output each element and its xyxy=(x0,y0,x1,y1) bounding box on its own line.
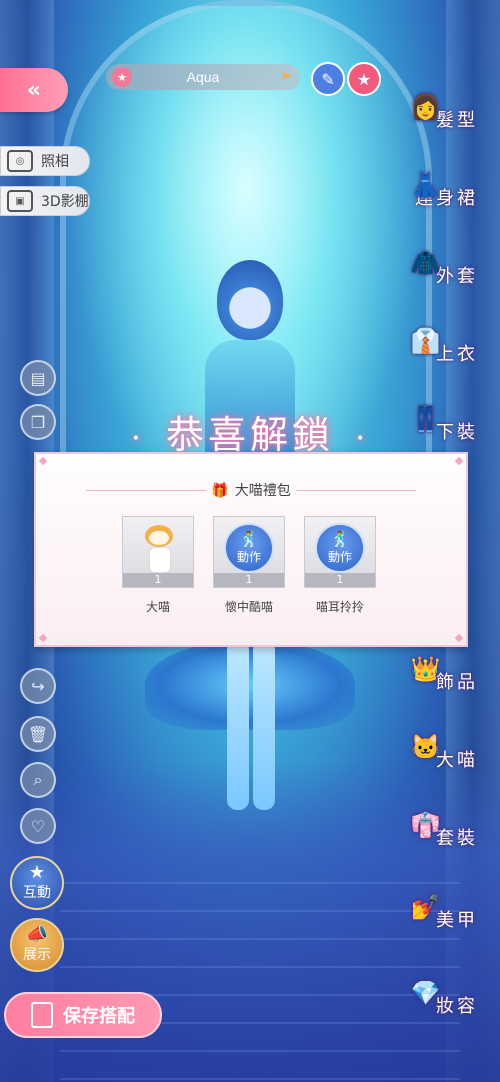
character-leg-right xyxy=(253,640,275,810)
star-icon: ★ xyxy=(112,67,132,87)
category-coat[interactable]: 🧥 外套 xyxy=(400,244,500,288)
reward-item[interactable]: 🕺 動作 1 懷中酷喵 xyxy=(213,516,285,615)
reward-item[interactable]: 🕺 動作 1 喵耳拎拎 xyxy=(304,516,376,615)
outfit-name-bar[interactable]: ★ Aqua ➤ xyxy=(106,64,300,90)
reward-label: 懷中酷喵 xyxy=(224,600,273,614)
cat-icon: 🐱 xyxy=(410,733,444,761)
action-badge: 🕺 動作 xyxy=(224,523,274,573)
unlock-title-text: 恭喜解鎖 xyxy=(165,413,334,457)
corner-ornament xyxy=(454,633,464,643)
character-leg-left xyxy=(227,640,249,810)
like-button[interactable]: ♡ xyxy=(20,808,56,844)
person-pose-icon: 🕺 xyxy=(239,529,259,549)
search-button[interactable]: ⌕ xyxy=(20,762,56,798)
corner-ornament xyxy=(38,456,48,466)
category-cat[interactable]: 🐱 大喵 xyxy=(400,728,500,772)
camera-icon: ◎ xyxy=(7,150,33,172)
studio-label: 3D影棚 xyxy=(41,194,89,210)
photo-button[interactable]: ◎ 照相 xyxy=(0,146,90,176)
gift-icon: 🎁 xyxy=(211,483,229,499)
cat-figure-icon xyxy=(143,525,175,575)
edit-name-button[interactable]: ✎ xyxy=(311,62,345,96)
reward-count: 1 xyxy=(123,573,193,587)
outfit-name: Aqua xyxy=(186,69,220,85)
category-dress[interactable]: 👗 連身裙 xyxy=(400,166,500,210)
category-accessory[interactable]: 👑 飾品 xyxy=(400,650,500,694)
star-icon: ★ xyxy=(356,69,372,89)
unlock-panel: 🎁 大喵禮包 1 大喵 🕺 動作 1 懷中酷喵 🕺 動作 1 喵耳拎拎 xyxy=(34,452,468,647)
arrow-right-icon: ➤ xyxy=(280,67,292,83)
save-icon xyxy=(31,1002,53,1028)
dress-icon: 👗 xyxy=(410,171,444,199)
pencil-icon: ✎ xyxy=(321,69,335,89)
makeup-icon: 💎 xyxy=(410,979,444,1007)
hair-icon: 👩 xyxy=(410,93,444,121)
interact-label: 互動 xyxy=(23,885,51,901)
reward-count: 1 xyxy=(214,573,284,587)
action-badge: 🕺 動作 xyxy=(315,523,365,573)
tiara-icon: 👑 xyxy=(410,655,444,683)
person-pose-icon: 🕺 xyxy=(330,529,350,549)
reward-count: 1 xyxy=(305,573,375,587)
category-nail[interactable]: 💅 美甲 xyxy=(400,888,500,932)
favorite-button[interactable]: ★ xyxy=(347,62,381,96)
double-chevron-left-icon: « xyxy=(26,77,42,103)
category-top[interactable]: 👔 上衣 xyxy=(400,322,500,366)
action-badge-label: 動作 xyxy=(327,549,352,564)
nail-polish-icon: 💅 xyxy=(410,893,444,921)
picture-icon: ▤ xyxy=(30,368,46,388)
unlock-title: • 恭喜解鎖 • xyxy=(131,413,369,457)
star-icon: ★ xyxy=(28,862,46,883)
category-makeup[interactable]: 💎 妝容 xyxy=(400,974,500,1018)
studio-3d-button[interactable]: ▣ 3D影棚 xyxy=(0,186,90,216)
heart-icon: ♡ xyxy=(30,816,46,836)
category-hair[interactable]: 👩 髮型 xyxy=(400,88,500,132)
interact-button[interactable]: ★ 互動 xyxy=(10,856,64,910)
search-icon: ⌕ xyxy=(33,770,43,789)
character-dress xyxy=(145,640,355,730)
cube-icon: ▣ xyxy=(7,190,33,212)
outfit-icon: 👘 xyxy=(410,811,444,839)
save-outfit-button[interactable]: 保存搭配 xyxy=(4,992,162,1038)
corner-ornament xyxy=(454,456,464,466)
pack-name: 大喵禮包 xyxy=(234,483,291,499)
pack-header: 🎁 大喵禮包 xyxy=(36,480,466,500)
action-badge-label: 動作 xyxy=(236,549,261,564)
reward-thumbnail: 🕺 動作 1 xyxy=(304,516,376,588)
trash-icon: 🗑 xyxy=(27,724,49,744)
reward-item[interactable]: 1 大喵 xyxy=(122,516,194,615)
gallery-button[interactable]: ▤ xyxy=(20,360,56,396)
save-label: 保存搭配 xyxy=(63,1006,135,1027)
display-button[interactable]: 📣 展示 xyxy=(10,918,64,972)
back-button[interactable]: « xyxy=(0,68,68,112)
character-head xyxy=(217,260,283,340)
corner-ornament xyxy=(38,633,48,643)
reward-label: 喵耳拎拎 xyxy=(315,600,364,614)
category-outfit-set[interactable]: 👘 套裝 xyxy=(400,806,500,850)
reward-thumbnail: 🕺 動作 1 xyxy=(213,516,285,588)
share-icon: ↪ xyxy=(31,676,45,696)
megaphone-icon: 📣 xyxy=(25,924,49,945)
share-button[interactable]: ↪ xyxy=(20,668,56,704)
shirt-icon: 👔 xyxy=(410,327,444,355)
photo-label: 照相 xyxy=(41,154,69,170)
delete-button[interactable]: 🗑 xyxy=(20,716,56,752)
coat-icon: 🧥 xyxy=(410,249,444,277)
reward-thumbnail: 1 xyxy=(122,516,194,588)
reward-label: 大喵 xyxy=(145,600,170,614)
display-label: 展示 xyxy=(23,947,51,963)
